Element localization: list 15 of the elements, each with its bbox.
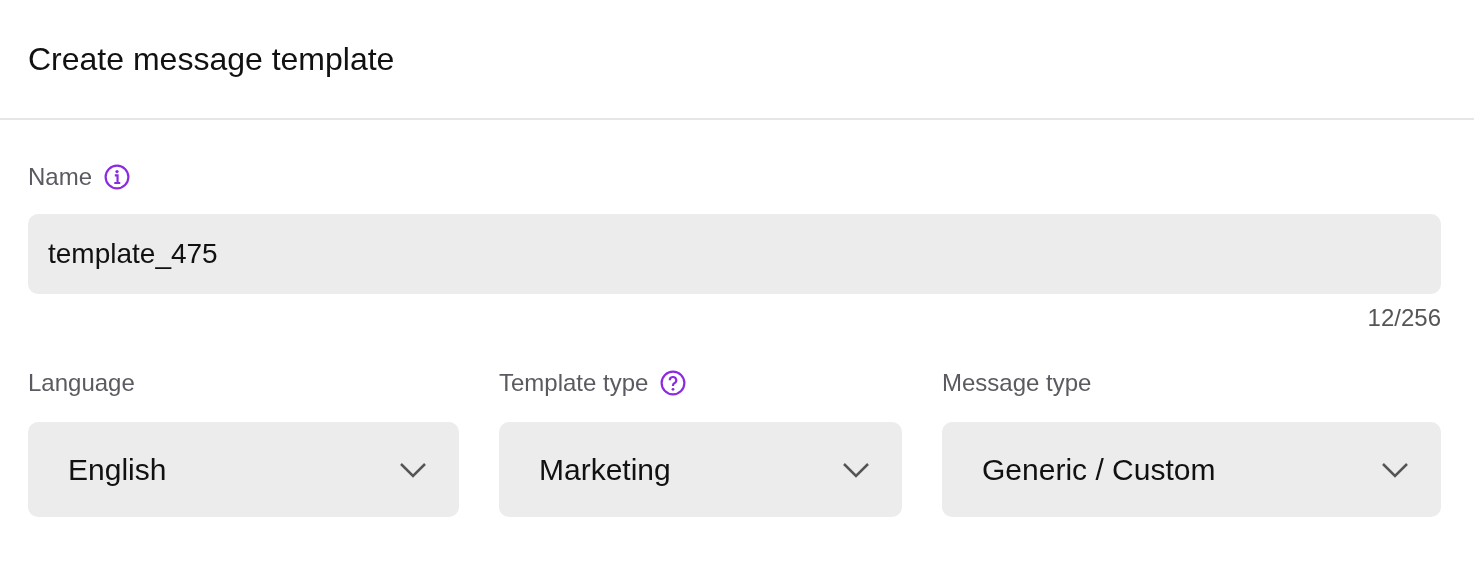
character-counter: 12/256 [1367,304,1441,333]
dropdown[interactable]: Marketing [499,422,902,517]
name-input-field[interactable]: template_475 [28,214,1441,294]
field-label: Language [28,369,135,397]
chevron-down-icon [399,461,427,478]
info-icon[interactable] [104,164,131,190]
field-label: Name [28,163,93,191]
chevron-down-icon [842,461,870,478]
field-label: Template type [499,369,649,397]
dropdown[interactable]: Generic / Custom [942,422,1441,517]
dropdown[interactable]: English [28,422,459,517]
field-label: Message type [942,369,1092,397]
help-icon[interactable] [660,370,687,396]
chevron-down-icon [1381,461,1409,478]
dialog-title: Create message template [28,40,395,78]
